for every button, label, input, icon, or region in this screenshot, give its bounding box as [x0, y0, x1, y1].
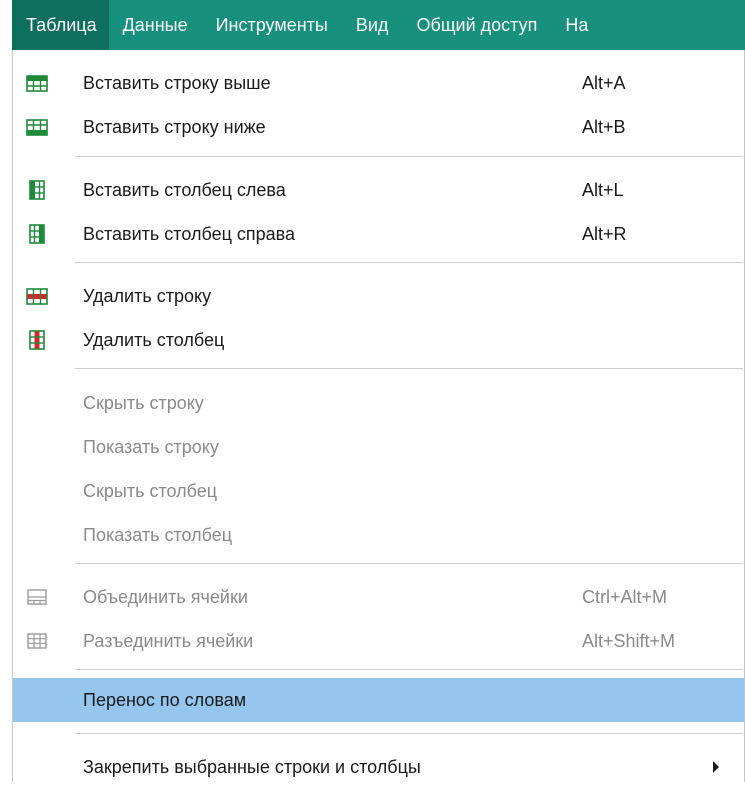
menu-item-label: Скрыть столбец [83, 480, 218, 501]
menu-item-label: Объединить ячейки [83, 586, 248, 607]
menu-separator [75, 563, 743, 564]
shortcut-label: Alt+L [582, 179, 624, 200]
menu-item-label: Вставить строку выше [83, 72, 271, 93]
insert-row-below-icon [26, 119, 48, 136]
menu-item-label: Вставить строку ниже [83, 116, 266, 137]
menu-item-merge-cells: Объединить ячейки Ctrl+Alt+M [13, 575, 744, 619]
menu-separator [75, 262, 743, 263]
shortcut-label: Alt+R [582, 223, 627, 244]
menu-item-label: Показать строку [83, 436, 219, 457]
insert-column-right-icon [29, 224, 45, 244]
menu-separator [75, 368, 743, 369]
menu-item-unmerge-cells: Разъединить ячейки Alt+Shift+M [13, 619, 744, 663]
menu-settings[interactable]: На [551, 0, 602, 50]
menu-item-hide-row: Скрыть строку [13, 381, 744, 425]
menu-item-insert-column-right[interactable]: Вставить столбец справа Alt+R [13, 212, 744, 256]
menu-item-label: Перенос по словам [83, 689, 247, 710]
menu-item-delete-row[interactable]: Удалить строку [13, 274, 744, 318]
menu-item-show-row: Показать строку [13, 425, 744, 469]
submenu-arrow-icon [713, 761, 719, 773]
menu-item-label: Скрыть строку [83, 392, 204, 413]
shortcut-label: Alt+A [582, 72, 626, 93]
shortcut-label: Alt+B [582, 116, 626, 137]
menu-item-label: Удалить строку [83, 285, 212, 306]
menu-view[interactable]: Вид [342, 0, 403, 50]
menu-item-label: Показать столбец [83, 524, 233, 545]
menu-tools[interactable]: Инструменты [202, 0, 342, 50]
menu-item-hide-column: Скрыть столбец [13, 469, 744, 513]
menu-item-label: Удалить столбец [83, 329, 225, 350]
menu-sharing[interactable]: Общий доступ [402, 0, 551, 50]
table-dropdown-menu: Вставить строку выше Alt+A Вставить стро… [12, 50, 745, 782]
delete-column-icon [29, 330, 45, 350]
delete-row-icon [26, 288, 48, 305]
menu-separator [75, 669, 743, 670]
menu-item-insert-column-left[interactable]: Вставить столбец слева Alt+L [13, 168, 744, 212]
menu-table[interactable]: Таблица [12, 0, 109, 50]
menu-separator [75, 733, 743, 734]
unmerge-cells-icon [27, 633, 47, 649]
shortcut-label: Ctrl+Alt+M [582, 586, 668, 607]
menu-item-label: Закрепить выбранные строки и столбцы [83, 756, 421, 777]
merge-cells-icon [27, 589, 47, 605]
menu-item-label: Разъединить ячейки [83, 630, 254, 651]
menu-data[interactable]: Данные [109, 0, 202, 50]
menu-separator [75, 156, 743, 157]
menu-item-show-column: Показать столбец [13, 513, 744, 557]
insert-column-left-icon [29, 180, 45, 200]
menu-item-label: Вставить столбец справа [83, 223, 296, 244]
menu-item-insert-row-above[interactable]: Вставить строку выше Alt+A [13, 61, 744, 105]
menu-item-freeze-rows-columns[interactable]: Закрепить выбранные строки и столбцы [13, 745, 744, 789]
menu-item-insert-row-below[interactable]: Вставить строку ниже Alt+B [13, 105, 744, 149]
menu-item-label: Вставить столбец слева [83, 179, 286, 200]
menu-bar: Таблица Данные Инструменты Вид Общий дос… [12, 0, 745, 50]
menu-item-delete-column[interactable]: Удалить столбец [13, 318, 744, 362]
insert-row-above-icon [26, 75, 48, 92]
menu-item-word-wrap[interactable]: Перенос по словам [13, 678, 744, 722]
shortcut-label: Alt+Shift+M [582, 630, 676, 651]
